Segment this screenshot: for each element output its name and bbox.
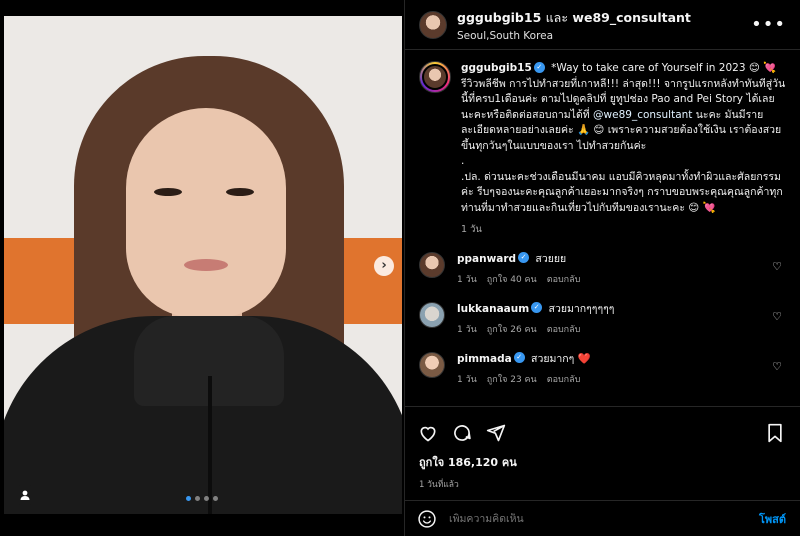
carousel-indicator — [186, 496, 218, 501]
and-text: และ — [545, 9, 569, 25]
left-eye — [154, 188, 182, 196]
action-bar — [405, 407, 800, 449]
comment-username[interactable]: lukkanaaum — [457, 303, 529, 315]
collaborator-username[interactable]: we89_consultant — [572, 10, 690, 25]
post-side-panel: gggubgib15 และ we89_consultant Seoul,Sou… — [404, 0, 800, 536]
comment-likes[interactable]: ถูกใจ 26 คน — [487, 323, 537, 338]
reply-button[interactable]: ตอบกลับ — [547, 373, 581, 388]
carousel-dot — [195, 496, 200, 501]
bookmark-icon[interactable] — [764, 422, 786, 444]
comment-likes[interactable]: ถูกใจ 40 คน — [487, 273, 537, 288]
avatar[interactable] — [419, 61, 451, 93]
share-icon[interactable] — [485, 422, 507, 444]
likes-count[interactable]: ถูกใจ 186,120 คน — [405, 449, 800, 471]
reply-button[interactable]: ตอบกลับ — [547, 323, 581, 338]
comment-time[interactable]: 1 วัน — [457, 373, 477, 388]
avatar[interactable] — [419, 251, 445, 278]
post-timestamp[interactable]: 1 วันที่แล้ว — [405, 471, 800, 491]
comment-body: lukkanaaum ✓ สวยมากๆๆๆๆๆ 1 วัน ถูกใจ 26 ค… — [457, 302, 786, 338]
avatar[interactable] — [419, 10, 447, 39]
comment-body: pimmada ✓ สวยมากๆ ❤️ 1 วัน ถูกใจ 23 คน ตอ… — [457, 352, 786, 388]
comment-input[interactable] — [449, 513, 759, 525]
author-username[interactable]: gggubgib15 — [457, 10, 541, 25]
comment-username[interactable]: pimmada — [457, 353, 512, 365]
caption-dot: . — [461, 155, 465, 167]
heart-icon[interactable] — [417, 422, 439, 444]
comment-body: ppanward ✓ สวยยย 1 วัน ถูกใจ 40 คน ตอบกลั… — [457, 252, 786, 288]
avatar[interactable] — [419, 301, 445, 328]
caption-body: gggubgib15 ✓ *Way to take care of Yoursel… — [461, 61, 786, 238]
comment-item: lukkanaaum ✓ สวยมากๆๆๆๆๆ 1 วัน ถูกใจ 26 ค… — [419, 301, 786, 338]
emoji-icon[interactable] — [417, 509, 437, 529]
right-eye — [226, 188, 254, 196]
location-link[interactable]: Seoul,South Korea — [457, 30, 751, 42]
carousel-dot — [213, 496, 218, 501]
carousel-dot — [204, 496, 209, 501]
comment-heart-icon[interactable]: ♡ — [772, 360, 782, 373]
comment-item: pimmada ✓ สวยมากๆ ❤️ 1 วัน ถูกใจ 23 คน ตอ… — [419, 351, 786, 388]
header-names: gggubgib15 และ we89_consultant Seoul,Sou… — [457, 8, 751, 42]
user-tag-icon[interactable] — [14, 484, 36, 506]
comment-icon[interactable] — [451, 422, 473, 444]
caption-username[interactable]: gggubgib15 — [461, 62, 532, 74]
caption-text-part3: .ปล. ด่วนนะคะช่วงเดือนมีนาคม แอบมีคิวหลุ… — [461, 170, 783, 214]
jacket-zipper — [208, 376, 212, 514]
post-header: gggubgib15 และ we89_consultant Seoul,Sou… — [405, 0, 800, 50]
comment-heart-icon[interactable]: ♡ — [772, 310, 782, 323]
post-comment-button[interactable]: โพสต์ — [759, 510, 786, 528]
post-photo[interactable] — [4, 16, 402, 514]
face — [126, 108, 286, 318]
comment-meta: 1 วัน ถูกใจ 40 คน ตอบกลับ — [457, 273, 786, 288]
comment-meta: 1 วัน ถูกใจ 23 คน ตอบกลับ — [457, 373, 786, 388]
caption: gggubgib15 ✓ *Way to take care of Yoursel… — [419, 61, 786, 238]
post-media: › — [0, 0, 404, 536]
comment-likes[interactable]: ถูกใจ 23 คน — [487, 373, 537, 388]
verified-badge-icon: ✓ — [531, 302, 543, 313]
caption-mention[interactable]: @we89_consultant — [593, 109, 692, 121]
reply-button[interactable]: ตอบกลับ — [547, 273, 581, 288]
comment-meta: 1 วัน ถูกใจ 26 คน ตอบกลับ — [457, 323, 786, 338]
add-comment-bar: โพสต์ — [405, 500, 800, 536]
avatar[interactable] — [419, 351, 445, 378]
comment-text: สวยมากๆ ❤️ — [531, 352, 591, 365]
verified-badge-icon: ✓ — [513, 352, 525, 363]
post-actions: ถูกใจ 186,120 คน 1 วันที่แล้ว โพสต์ — [405, 406, 800, 536]
more-horizontal-icon[interactable]: ••• — [751, 15, 786, 33]
carousel-dot — [186, 496, 191, 501]
comments-list[interactable]: gggubgib15 ✓ *Way to take care of Yoursel… — [405, 51, 800, 406]
comment-item: ppanward ✓ สวยยย 1 วัน ถูกใจ 40 คน ตอบกลั… — [419, 251, 786, 288]
lips — [184, 259, 228, 271]
verified-badge-icon: ✓ — [533, 61, 545, 73]
comment-time[interactable]: 1 วัน — [457, 273, 477, 288]
comment-text: สวยมากๆๆๆๆๆ — [548, 302, 615, 315]
comment-time[interactable]: 1 วัน — [457, 323, 477, 338]
verified-badge-icon: ✓ — [518, 252, 530, 263]
comment-text: สวยยย — [535, 252, 567, 265]
comment-username[interactable]: ppanward — [457, 253, 516, 265]
caption-time[interactable]: 1 วัน — [461, 222, 786, 238]
chevron-right-icon[interactable]: › — [374, 256, 394, 276]
comment-heart-icon[interactable]: ♡ — [772, 260, 782, 273]
header-title: gggubgib15 และ we89_consultant — [457, 8, 751, 28]
